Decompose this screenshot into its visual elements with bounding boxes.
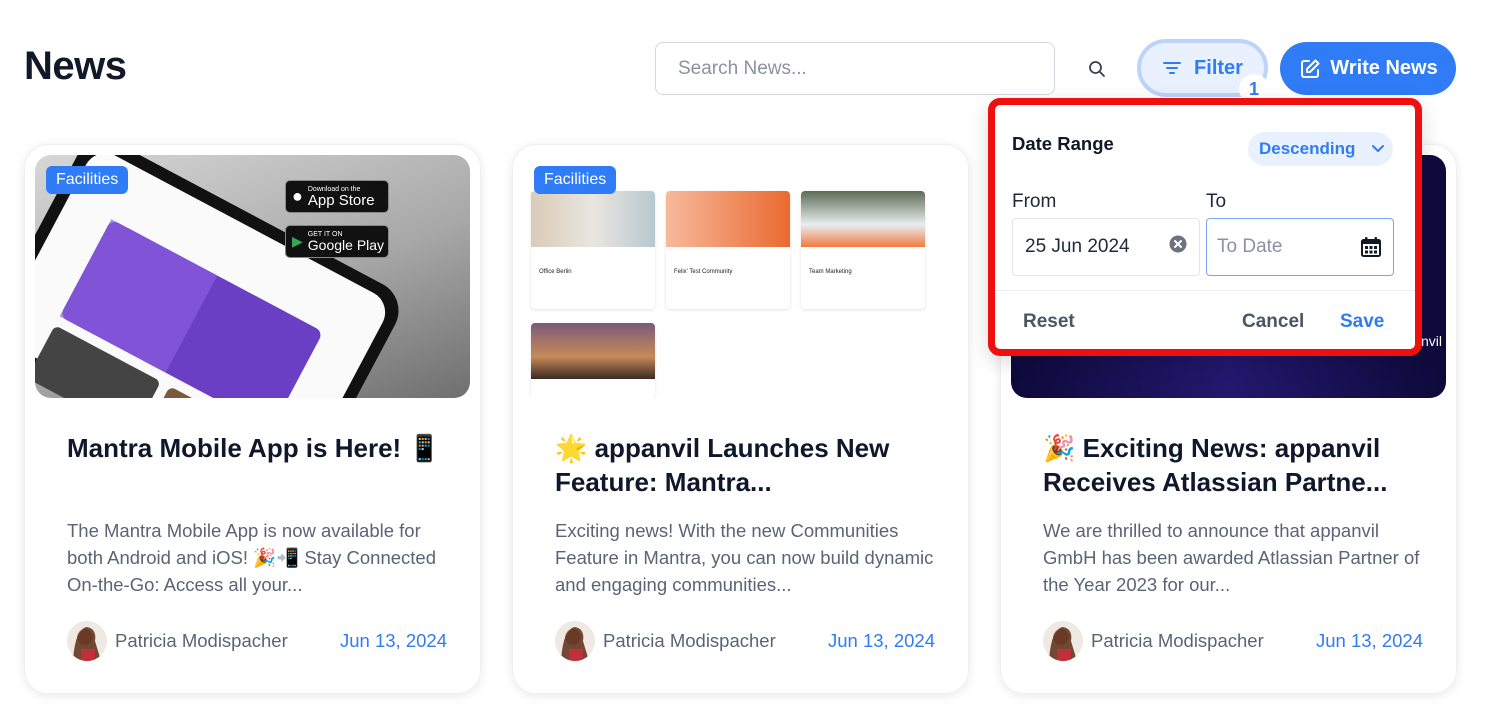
apple-icon: ●: [292, 186, 303, 206]
card-footer: Patricia Modispacher Jun 13, 2024: [67, 621, 447, 661]
category-tag: Facilities: [534, 166, 617, 194]
page-title: News: [24, 44, 127, 88]
card-excerpt: The Mantra Mobile App is now available f…: [67, 520, 437, 595]
play-icon: ▶: [292, 233, 303, 249]
edit-icon: [1301, 59, 1320, 78]
card-title[interactable]: 🌟 appanvil Launches New Feature: Mantra.…: [555, 431, 935, 499]
community-thumb: Team Marketing: [801, 191, 925, 309]
card-title[interactable]: Mantra Mobile App is Here! 📱: [67, 431, 447, 465]
calendar-icon[interactable]: [1359, 235, 1383, 259]
search-icon: [1089, 61, 1105, 77]
author-name: Patricia Modispacher: [115, 630, 288, 651]
cancel-button[interactable]: Cancel: [1242, 311, 1304, 333]
card-image: ● Download on the App Store ▶ GET IT ON Go…: [35, 155, 470, 398]
clear-date-button[interactable]: [1169, 235, 1187, 259]
search-button[interactable]: [1082, 54, 1112, 84]
community-name: Team Marketing: [809, 269, 852, 275]
card-title[interactable]: 🎉 Exciting News: appanvil Receives Atlas…: [1043, 431, 1423, 499]
card-image: Office Berlin Felix' Test Community Team…: [523, 155, 958, 398]
from-date-value: 25 Jun 2024: [1025, 236, 1130, 257]
badge-big-text: App Store: [307, 191, 375, 209]
publish-date: Jun 13, 2024: [1316, 630, 1423, 651]
community-thumb: Office Berlin: [531, 191, 655, 309]
filter-label: Filter: [1194, 56, 1243, 79]
author-avatar: [1043, 621, 1083, 661]
filter-icon: [1163, 62, 1182, 74]
card-excerpt: We are thrilled to announce that appanvi…: [1043, 520, 1420, 595]
save-button[interactable]: Save: [1340, 311, 1384, 333]
clear-icon: [1169, 235, 1187, 253]
author-avatar: [67, 621, 107, 661]
from-label: From: [1012, 191, 1057, 212]
sort-order-value: Descending: [1259, 139, 1356, 158]
to-date-input[interactable]: To Date: [1206, 218, 1394, 276]
category-tag: Facilities: [46, 166, 129, 194]
news-card[interactable]: Office Berlin Felix' Test Community Team…: [512, 144, 969, 694]
write-news-label: Write News: [1330, 57, 1438, 79]
search-input[interactable]: [655, 42, 1055, 95]
sort-order-select[interactable]: Descending: [1248, 132, 1393, 166]
community-name: Office Berlin: [539, 269, 572, 275]
write-news-button[interactable]: Write News: [1280, 42, 1456, 95]
card-footer: Patricia Modispacher Jun 13, 2024: [1043, 621, 1423, 661]
divider: [995, 290, 1415, 291]
date-range-filter-popup: Date Range Descending From To 25 Jun 202…: [988, 98, 1422, 356]
brand-text: nvil: [1420, 333, 1442, 349]
author-avatar: [555, 621, 595, 661]
from-date-input[interactable]: 25 Jun 2024: [1012, 218, 1200, 276]
community-thumb: [531, 323, 655, 398]
chevron-down-icon: [1372, 145, 1385, 152]
publish-date: Jun 13, 2024: [828, 630, 935, 651]
reset-button[interactable]: Reset: [1023, 311, 1075, 333]
publish-date: Jun 13, 2024: [340, 630, 447, 651]
badge-big-text: Google Play: [307, 237, 385, 253]
community-name: Felix' Test Community: [674, 269, 733, 275]
author-name: Patricia Modispacher: [603, 630, 776, 651]
app-store-badge: ● Download on the App Store: [285, 180, 389, 213]
author-name: Patricia Modispacher: [1091, 630, 1264, 651]
google-play-badge: ▶ GET IT ON Google Play: [285, 225, 389, 258]
to-label: To: [1206, 191, 1227, 212]
to-date-placeholder: To Date: [1217, 236, 1283, 257]
card-excerpt: Exciting news! With the new Communities …: [555, 520, 934, 595]
popup-title: Date Range: [1012, 133, 1114, 154]
community-thumb: Felix' Test Community: [666, 191, 790, 309]
card-footer: Patricia Modispacher Jun 13, 2024: [555, 621, 935, 661]
news-card[interactable]: ● Download on the App Store ▶ GET IT ON Go…: [24, 144, 481, 694]
